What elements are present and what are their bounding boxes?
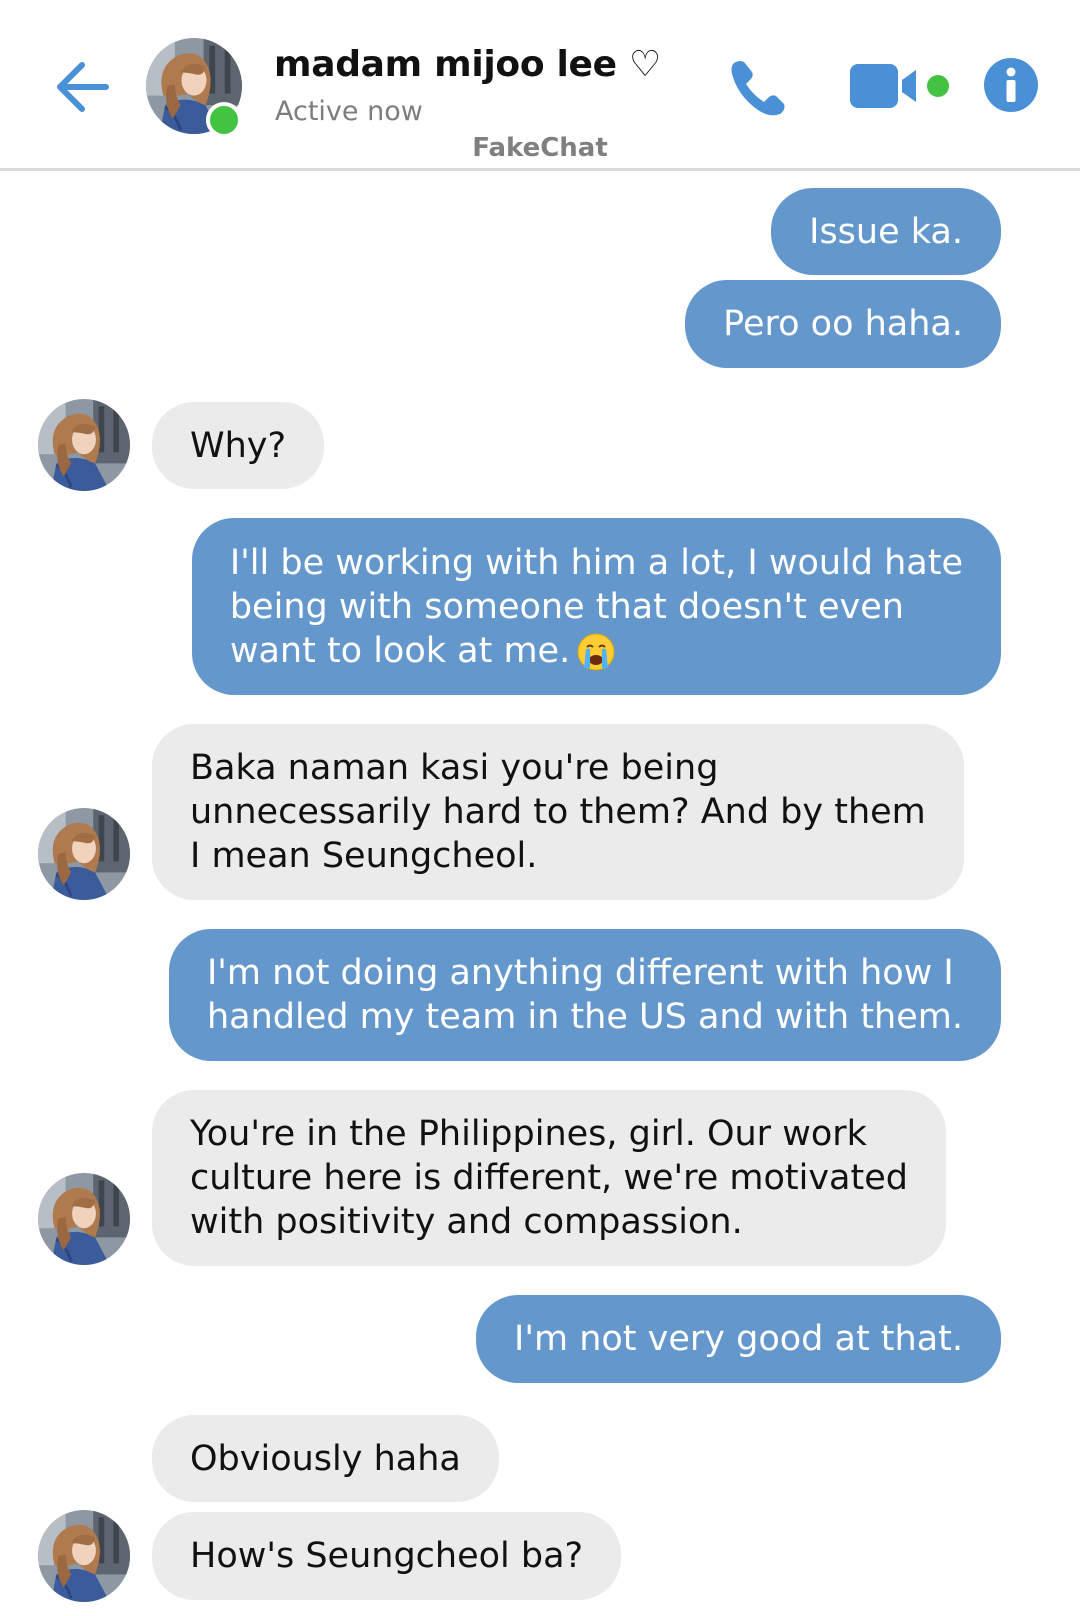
received-message[interactable]: You're in the Philippines, girl. Our wor…: [152, 1090, 946, 1266]
contact-avatar[interactable]: [38, 808, 130, 900]
arrow-left-icon: [57, 62, 109, 112]
message-text: Pero oo haha.: [723, 304, 963, 344]
message-text: being with someone that doesn't even: [229, 586, 904, 627]
message-text: I'm not very good at that.: [514, 1319, 963, 1359]
message-text: I'm not doing anything different with ho…: [206, 953, 954, 993]
active-status: Active now: [275, 96, 423, 127]
sent-message[interactable]: I'm not doing anything different with ho…: [168, 929, 1001, 1061]
back-button[interactable]: [48, 52, 118, 122]
sent-message[interactable]: Pero oo haha.: [685, 280, 1001, 368]
message-text: I mean Seungcheol.: [190, 836, 538, 876]
info-button[interactable]: [982, 56, 1040, 114]
phone-icon: [731, 61, 785, 116]
message-text: Obviously haha: [190, 1438, 461, 1479]
video-call-button[interactable]: [848, 58, 958, 114]
app-watermark: FakeChat: [472, 133, 608, 163]
loudly-crying-face-emoji: [577, 633, 615, 670]
contact-avatar[interactable]: [38, 1173, 130, 1265]
message-text: handled my team in the US and with them.: [206, 997, 963, 1037]
message-text: want to look at me.: [229, 630, 571, 671]
contact-name[interactable]: madam mijoo lee ♡: [274, 44, 661, 85]
info-icon: [984, 58, 1038, 112]
message-text-with-emoji: want to look at me.: [230, 629, 963, 673]
message-text: culture here is different, we're motivat…: [190, 1158, 908, 1198]
message-text: with positivity and compassion.: [190, 1202, 743, 1242]
message-text: Issue ka.: [809, 211, 963, 252]
video-camera-icon: [850, 64, 949, 108]
message-text: You're in the Philippines, girl. Our wor…: [190, 1114, 867, 1154]
message-text: Baka naman kasi you're being: [190, 748, 719, 788]
contact-avatar[interactable]: [38, 399, 130, 491]
message-text: unnecessarily hard to them? And by them: [190, 792, 926, 832]
chat-screen: madam mijoo lee ♡ Active now FakeChat Is: [0, 0, 1080, 1616]
contact-avatar[interactable]: [38, 1510, 130, 1602]
chat-header: madam mijoo lee ♡ Active now FakeChat: [0, 0, 1080, 171]
received-message[interactable]: Obviously haha: [152, 1415, 499, 1502]
sent-message[interactable]: I'm not very good at that.: [476, 1295, 1001, 1383]
received-message[interactable]: Why?: [152, 402, 325, 489]
received-message[interactable]: Baka naman kasi you're being unnecessari…: [152, 724, 964, 900]
voice-call-button[interactable]: [724, 52, 794, 122]
sent-message[interactable]: Issue ka.: [771, 188, 1001, 275]
message-text: Why?: [190, 425, 287, 466]
sent-message[interactable]: I'll be working with him a lot, I would …: [191, 518, 1001, 695]
received-message[interactable]: How's Seungcheol ba?: [152, 1512, 622, 1600]
message-text: I'll be working with him a lot, I would …: [229, 542, 963, 583]
message-text: How's Seungcheol ba?: [190, 1536, 584, 1576]
